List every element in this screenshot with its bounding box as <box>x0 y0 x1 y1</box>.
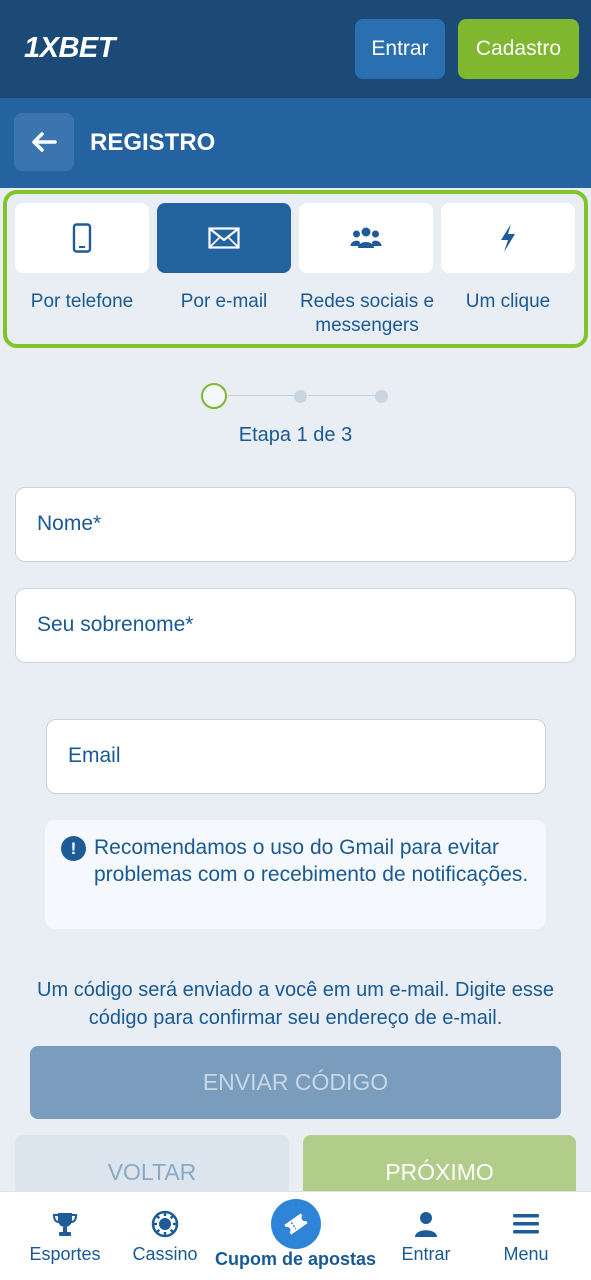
method-email-label: Por e-mail <box>180 291 268 312</box>
step-text: Etapa 1 de 3 <box>238 424 353 446</box>
nav-coupon-label[interactable]: Cupom de apostas <box>0 1249 591 1270</box>
notice-text: Recomendamos o uso do Gmail para evitar … <box>94 836 529 886</box>
method-phone-label: Por telefone <box>30 291 134 312</box>
method-oneclick-tab[interactable] <box>441 203 575 273</box>
envelope-icon <box>208 227 240 249</box>
last-name-field[interactable]: Seu sobrenome* <box>15 588 576 663</box>
step-indicator <box>200 382 400 410</box>
email-label: Email <box>68 744 121 767</box>
ticket-icon <box>284 1213 308 1235</box>
top-header: 1XBET Entrar Cadastro <box>0 0 591 98</box>
first-name-label: Nome* <box>37 512 102 535</box>
user-icon <box>415 1212 437 1237</box>
page-title: REGISTRO <box>90 129 216 156</box>
method-phone-tab[interactable] <box>15 203 149 273</box>
phone-icon <box>72 223 92 253</box>
email-field[interactable]: Email <box>46 719 546 794</box>
method-oneclick-label: Um clique <box>465 291 551 312</box>
login-button[interactable]: Entrar <box>355 19 445 79</box>
hamburger-menu-icon <box>513 1214 539 1234</box>
gmail-notice: ! Recomendamos o uso do Gmail para evita… <box>45 820 546 929</box>
brand-logo[interactable]: 1XBET <box>24 32 115 65</box>
code-info-text: Um código será enviado a você em um e-ma… <box>37 979 554 1029</box>
step-dot <box>294 390 307 403</box>
send-code-button[interactable]: ENVIAR CÓDIGO <box>30 1046 561 1119</box>
trophy-icon <box>52 1213 78 1236</box>
step-connector <box>228 395 298 396</box>
method-social-tab[interactable] <box>299 203 433 273</box>
step-dot-current <box>201 383 227 409</box>
register-button[interactable]: Cadastro <box>458 19 579 79</box>
method-social-label: Redes sociais e messengers <box>299 291 435 336</box>
registration-methods: Por telefone Por e-mail Redes sociais e … <box>3 190 588 348</box>
step-connector <box>308 395 378 396</box>
lightning-icon <box>501 224 515 252</box>
casino-chip-icon <box>151 1210 179 1238</box>
step-dot <box>375 390 388 403</box>
last-name-label: Seu sobrenome* <box>37 613 194 636</box>
exclamation-icon: ! <box>61 836 86 861</box>
users-icon <box>350 227 382 248</box>
title-bar: REGISTRO <box>0 98 591 188</box>
first-name-field[interactable]: Nome* <box>15 487 576 562</box>
arrow-left-icon <box>32 132 57 152</box>
nav-coupon-button[interactable] <box>271 1199 321 1249</box>
method-email-tab[interactable] <box>157 203 291 273</box>
back-button[interactable] <box>14 113 74 171</box>
